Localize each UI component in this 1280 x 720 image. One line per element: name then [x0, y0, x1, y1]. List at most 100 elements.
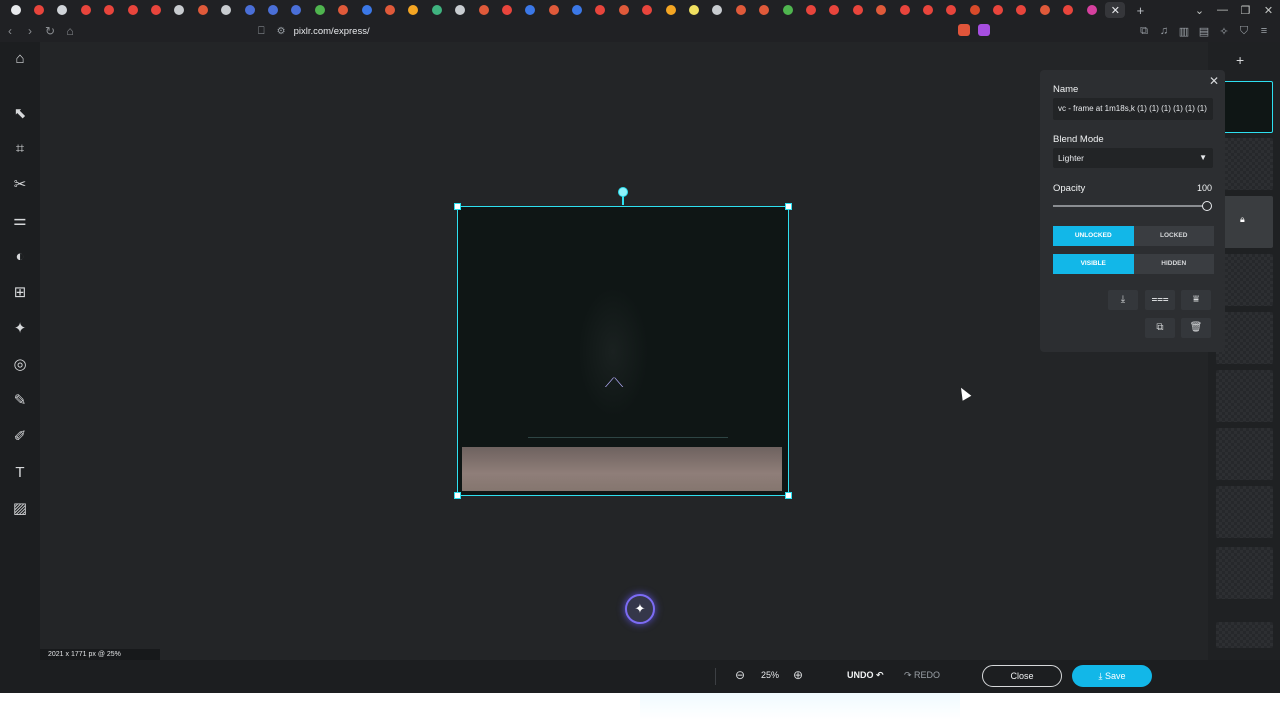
liquify-tool-icon[interactable]: ◎	[7, 352, 33, 376]
layer-thumb-9[interactable]	[1216, 547, 1273, 599]
vpn-icon[interactable]: ⛉	[1234, 25, 1254, 38]
browser-tab[interactable]	[589, 0, 612, 20]
close-button[interactable]: Close	[982, 665, 1062, 687]
opacity-slider[interactable]	[1053, 201, 1212, 211]
rotate-handle[interactable]	[618, 187, 628, 197]
menu-icon[interactable]: ≡	[1254, 25, 1274, 37]
bookmark-icon[interactable]: ⎕	[258, 25, 265, 38]
browser-tab[interactable]	[27, 0, 50, 20]
brave-rewards-icon[interactable]	[974, 23, 994, 39]
redo-button[interactable]: ↷ REDO	[904, 670, 940, 681]
pattern-tool-icon[interactable]: ▨	[7, 496, 33, 520]
site-info-icon[interactable]: ⚙	[277, 26, 286, 37]
browser-tab[interactable]	[1033, 0, 1056, 20]
blend-mode-select[interactable]: Lighter ▼	[1053, 148, 1213, 168]
browser-tab[interactable]	[869, 0, 892, 20]
resize-handle-br[interactable]	[785, 492, 792, 499]
brave-shield-icon[interactable]	[954, 23, 974, 39]
browser-tab[interactable]	[776, 0, 799, 20]
zoom-in-icon[interactable]: ⊕	[793, 668, 803, 682]
browser-tab[interactable]	[682, 0, 705, 20]
retouch-tool-icon[interactable]: ✎	[7, 388, 33, 412]
browser-tab[interactable]	[425, 0, 448, 20]
browser-tab[interactable]	[846, 0, 869, 20]
hidden-button[interactable]: HIDDEN	[1133, 254, 1214, 274]
leo-icon[interactable]: ✧	[1214, 25, 1234, 38]
restore-icon[interactable]: ❐	[1234, 4, 1257, 17]
active-tab-close-button[interactable]: ✕	[1105, 2, 1126, 18]
adjust-tool-icon[interactable]: ⚌	[7, 208, 33, 232]
browser-tab[interactable]	[402, 0, 425, 20]
browser-tab[interactable]	[4, 0, 27, 20]
extensions-icon[interactable]: ⧉	[1134, 25, 1154, 38]
browser-tab[interactable]	[986, 0, 1009, 20]
close-properties-icon[interactable]: ✕	[1209, 74, 1219, 88]
draw-tool-icon[interactable]: ✐	[7, 424, 33, 448]
add-layer-icon[interactable]: +	[1236, 52, 1244, 68]
browser-tab[interactable]	[1057, 0, 1080, 20]
browser-tab[interactable]	[1080, 0, 1103, 20]
browser-tab[interactable]	[238, 0, 261, 20]
ai-tool-icon[interactable]: ✦	[7, 316, 33, 340]
browser-tab[interactable]	[215, 0, 238, 20]
browser-tab[interactable]	[940, 0, 963, 20]
layer-name-input[interactable]: vc - frame at 1m18s,k (1) (1) (1) (1) (1…	[1053, 98, 1213, 120]
tab-search-icon[interactable]: ⌄	[1188, 4, 1211, 17]
text-tool-icon[interactable]: T	[7, 460, 33, 484]
browser-tab[interactable]	[144, 0, 167, 20]
visible-button[interactable]: VISIBLE	[1053, 254, 1134, 274]
browser-tab[interactable]	[729, 0, 752, 20]
browser-tab[interactable]	[963, 0, 986, 20]
browser-tab[interactable]	[191, 0, 214, 20]
browser-tab[interactable]	[308, 0, 331, 20]
home-browser-icon[interactable]: ⌂	[60, 24, 80, 38]
locked-button[interactable]: LOCKED	[1133, 226, 1214, 246]
crop-tool-icon[interactable]: ⌗	[7, 136, 33, 160]
merge-visible-icon[interactable]: ⩶	[1145, 290, 1175, 310]
browser-tab[interactable]	[636, 0, 659, 20]
browser-tab[interactable]	[285, 0, 308, 20]
browser-tab[interactable]	[51, 0, 74, 20]
browser-tab[interactable]	[331, 0, 354, 20]
duplicate-icon[interactable]: ⧉	[1145, 318, 1175, 338]
layer-thumb-10[interactable]	[1216, 622, 1273, 648]
browser-tab[interactable]	[472, 0, 495, 20]
browser-tab[interactable]	[753, 0, 776, 20]
browser-tab[interactable]	[823, 0, 846, 20]
browser-tab[interactable]	[168, 0, 191, 20]
browser-tab[interactable]	[495, 0, 518, 20]
wallet-icon[interactable]: ▤	[1194, 25, 1214, 38]
merge-down-icon[interactable]: ⤓	[1108, 290, 1138, 310]
forward-icon[interactable]: ›	[20, 24, 40, 38]
sidebar-icon[interactable]: ▥	[1174, 25, 1194, 38]
resize-handle-bl[interactable]	[454, 492, 461, 499]
arrange-tool-icon[interactable]: ⬉	[7, 101, 33, 125]
delete-icon[interactable]: 🗑︎	[1181, 318, 1211, 338]
browser-tab[interactable]	[378, 0, 401, 20]
home-icon[interactable]: ⌂	[7, 46, 33, 70]
browser-tab[interactable]	[565, 0, 588, 20]
zoom-value[interactable]: 25%	[761, 670, 779, 680]
undo-button[interactable]: UNDO ↶	[847, 670, 884, 681]
url-text[interactable]: pixlr.com/express/	[294, 26, 370, 37]
layer-thumb-6[interactable]	[1216, 370, 1273, 422]
browser-tab[interactable]	[799, 0, 822, 20]
ai-assistant-button[interactable]: ✦	[625, 594, 655, 624]
browser-tab[interactable]	[659, 0, 682, 20]
layer-image[interactable]: ⟋⟍	[457, 206, 789, 496]
browser-tab[interactable]	[519, 0, 542, 20]
new-tab-button[interactable]: +	[1131, 3, 1149, 18]
zoom-out-icon[interactable]: ⊖	[735, 668, 745, 682]
flatten-icon[interactable]: ⩸	[1181, 290, 1211, 310]
back-icon[interactable]: ‹	[0, 24, 20, 38]
browser-tab[interactable]	[121, 0, 144, 20]
url-box[interactable]: ⎕ ⚙ pixlr.com/express/	[258, 20, 370, 42]
layer-thumb-7[interactable]	[1216, 428, 1273, 480]
browser-tab[interactable]	[261, 0, 284, 20]
resize-handle-tr[interactable]	[785, 203, 792, 210]
layer-thumb-8[interactable]	[1216, 486, 1273, 538]
reload-icon[interactable]: ↻	[40, 24, 60, 38]
browser-tab[interactable]	[893, 0, 916, 20]
browser-tab[interactable]	[542, 0, 565, 20]
browser-tab[interactable]	[448, 0, 471, 20]
